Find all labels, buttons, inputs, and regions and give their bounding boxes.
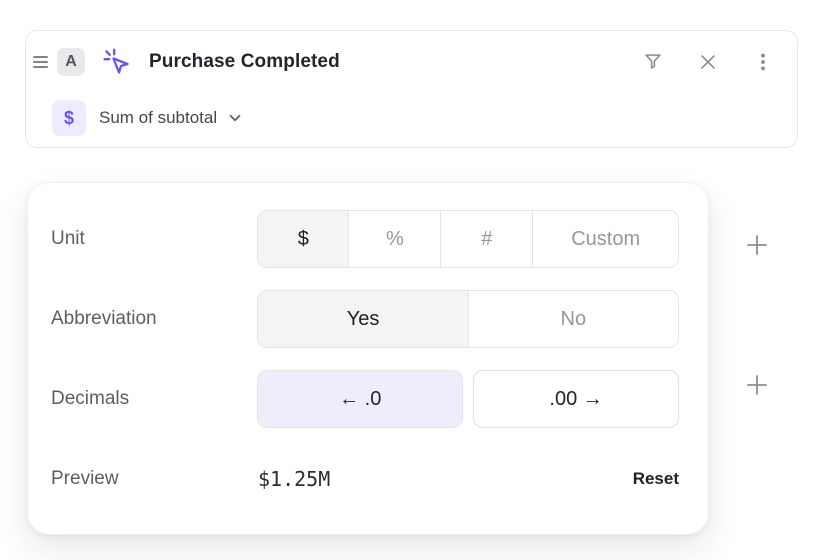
event-group-badge: A xyxy=(57,48,85,76)
add-metric-button[interactable] xyxy=(740,368,774,402)
decimals-label: Decimals xyxy=(51,388,257,410)
abbreviation-label: Abbreviation xyxy=(51,308,257,330)
preview-value: $1.25M xyxy=(258,467,330,491)
unit-option-dollar[interactable]: $ xyxy=(258,211,348,267)
abbreviation-option-no[interactable]: No xyxy=(468,291,678,347)
plus-icon xyxy=(744,232,770,258)
funnel-icon xyxy=(642,51,664,73)
abbreviation-option-yes[interactable]: Yes xyxy=(258,291,467,347)
decimals-decrease-button[interactable]: ← .0 xyxy=(257,370,463,428)
metric-row: $ Sum of subtotal xyxy=(26,100,797,136)
cursor-click-icon xyxy=(102,47,132,77)
drag-handle-icon[interactable] xyxy=(33,56,48,68)
unit-option-percent[interactable]: % xyxy=(348,211,440,267)
close-icon xyxy=(697,51,719,73)
decimals-increase-button[interactable]: .00 → xyxy=(473,370,679,428)
unit-segmented-control: $ % # Custom xyxy=(257,210,679,268)
filter-button[interactable] xyxy=(642,51,664,73)
unit-label: Unit xyxy=(51,228,257,250)
number-format-panel: Unit $ % # Custom Abbreviation Yes No De… xyxy=(27,182,709,535)
event-card: A Purchase Completed xyxy=(25,30,798,148)
abbreviation-segmented-control: Yes No xyxy=(257,290,679,348)
preview-row: Preview $1.25M Reset xyxy=(51,450,679,508)
more-options-button[interactable] xyxy=(752,51,774,73)
close-button[interactable] xyxy=(697,51,719,73)
reset-button[interactable]: Reset xyxy=(633,469,679,489)
event-header-row: A Purchase Completed xyxy=(26,47,797,77)
event-header-actions xyxy=(642,51,774,73)
metric-dropdown-button[interactable] xyxy=(226,109,244,127)
decimals-controls: ← .0 .00 → xyxy=(257,370,679,428)
unit-row: Unit $ % # Custom xyxy=(51,210,679,268)
plus-icon xyxy=(744,372,770,398)
unit-option-number[interactable]: # xyxy=(440,211,532,267)
add-event-button[interactable] xyxy=(740,228,774,262)
kebab-icon xyxy=(752,51,774,73)
event-title: Purchase Completed xyxy=(149,51,340,73)
preview-label: Preview xyxy=(51,468,258,490)
abbreviation-row: Abbreviation Yes No xyxy=(51,290,679,348)
decimals-row: Decimals ← .0 .00 → xyxy=(51,370,679,428)
chevron-down-icon xyxy=(226,109,244,127)
metric-label: Sum of subtotal xyxy=(99,108,217,128)
unit-option-custom[interactable]: Custom xyxy=(532,211,678,267)
metric-dollar-badge: $ xyxy=(52,100,86,136)
